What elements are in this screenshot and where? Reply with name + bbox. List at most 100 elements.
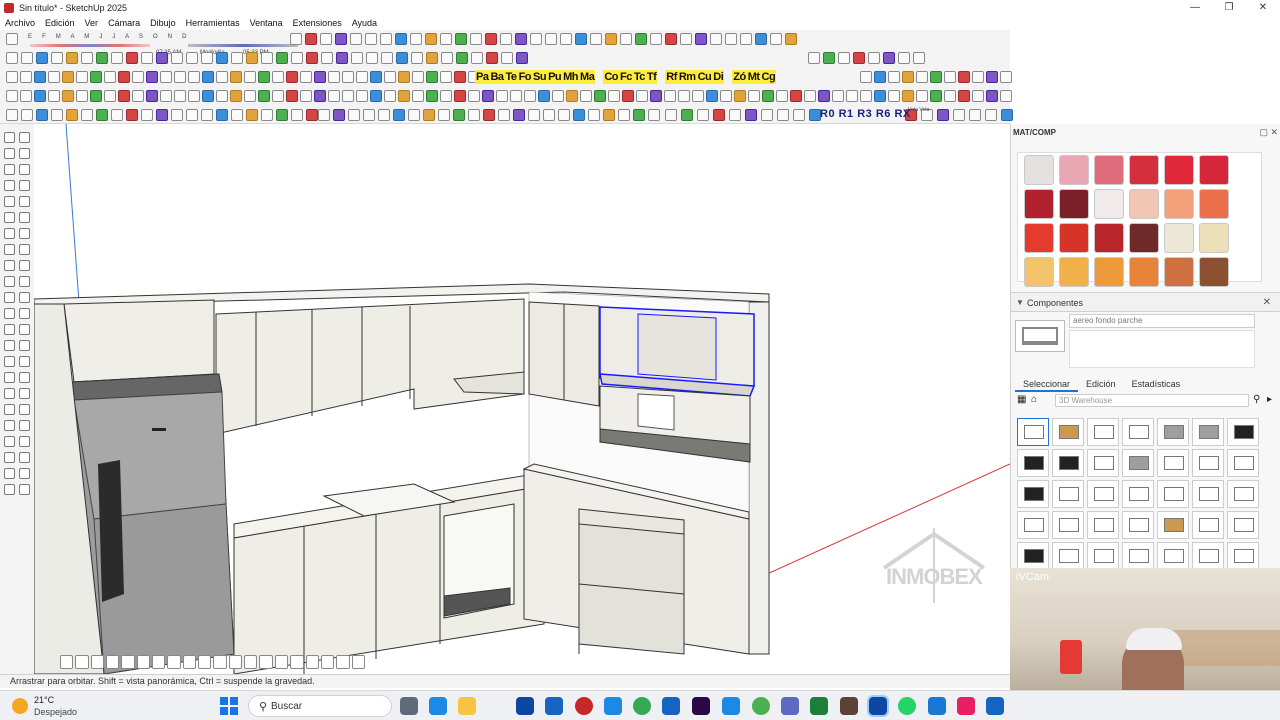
toolbar-tool-icon[interactable]: [969, 109, 981, 121]
drawing-tool-icon[interactable]: [19, 484, 30, 495]
toolbar-tool-icon[interactable]: [160, 71, 172, 83]
material-swatch[interactable]: [1164, 223, 1194, 253]
menu-archivo[interactable]: Archivo: [0, 18, 40, 28]
component-thumbnail[interactable]: [1017, 480, 1049, 508]
material-swatch[interactable]: [1199, 223, 1229, 253]
toolbar-tool-icon[interactable]: [501, 52, 513, 64]
toolbar-tool-icon[interactable]: [258, 90, 270, 102]
toolbar-tool-icon[interactable]: [36, 52, 48, 64]
toolbar-tool-icon[interactable]: [276, 109, 288, 121]
drawing-tool-icon[interactable]: [19, 452, 30, 463]
drawing-tool-icon[interactable]: [19, 164, 30, 175]
toolbar-tool-icon[interactable]: [318, 109, 330, 121]
plugin-btn-pu[interactable]: Pu: [547, 71, 562, 83]
toolbar-tool-icon[interactable]: [426, 71, 438, 83]
drawing-tool-icon[interactable]: [19, 276, 30, 287]
warehouse-search-input[interactable]: 3D Warehouse: [1055, 394, 1249, 407]
drawing-tool-icon[interactable]: [4, 276, 15, 287]
toolbar-tool-icon[interactable]: [888, 71, 900, 83]
taskbar-search[interactable]: ⚲ Buscar: [248, 695, 392, 717]
component-thumbnail[interactable]: [1052, 449, 1084, 477]
toolbar-tool-icon[interactable]: [1000, 90, 1012, 102]
toolbar-tool-icon[interactable]: [21, 52, 33, 64]
toolbar-tool-icon[interactable]: [524, 90, 536, 102]
toolbar-tool-icon[interactable]: [300, 71, 312, 83]
component-description-field[interactable]: [1069, 330, 1255, 368]
drawing-tool-icon[interactable]: [4, 132, 15, 143]
model-viewport[interactable]: INMOBEX: [34, 124, 1010, 674]
toolbar-tool-icon[interactable]: [356, 90, 368, 102]
toolbar-tool-icon[interactable]: [202, 71, 214, 83]
bottom-tool-icon[interactable]: [75, 655, 89, 669]
toolbar-tool-icon[interactable]: [500, 33, 512, 45]
toolbar-tool-icon[interactable]: [261, 52, 273, 64]
toolbar-tool-icon[interactable]: [231, 109, 243, 121]
toolbar-tool-icon[interactable]: [118, 71, 130, 83]
menu-ver[interactable]: Ver: [80, 18, 104, 28]
toolbar-tool-icon[interactable]: [958, 90, 970, 102]
toolbar-tool-icon[interactable]: [440, 90, 452, 102]
toolbar-tool-icon[interactable]: [516, 52, 528, 64]
toolbar-tool-icon[interactable]: [351, 52, 363, 64]
toolbar-tool-icon[interactable]: [216, 90, 228, 102]
toolbar-tool-icon[interactable]: [745, 109, 757, 121]
search-icon[interactable]: ⚲: [1253, 394, 1260, 405]
toolbar-tool-icon[interactable]: [425, 33, 437, 45]
plugin-btn-ma[interactable]: Ma: [579, 71, 595, 83]
component-thumbnail[interactable]: [1157, 449, 1189, 477]
toolbar-tool-icon[interactable]: [486, 52, 498, 64]
toolbar-tool-icon[interactable]: [48, 71, 60, 83]
material-swatch[interactable]: [1059, 155, 1089, 185]
edge-browser-icon[interactable]: [429, 697, 447, 715]
drawing-tool-icon[interactable]: [19, 324, 30, 335]
menu-extensiones[interactable]: Extensiones: [288, 18, 347, 28]
menu-ventana[interactable]: Ventana: [245, 18, 288, 28]
component-thumbnail[interactable]: [1157, 542, 1189, 570]
toolbar-tool-icon[interactable]: [398, 71, 410, 83]
toolbar-tool-icon[interactable]: [692, 90, 704, 102]
toolbar-tool-icon[interactable]: [818, 90, 830, 102]
toolbar-tool-icon[interactable]: [395, 33, 407, 45]
toolbar-tool-icon[interactable]: [36, 109, 48, 121]
toolbar-tool-icon[interactable]: [713, 109, 725, 121]
toolbar-tool-icon[interactable]: [378, 109, 390, 121]
toolbar-tool-icon[interactable]: [453, 109, 465, 121]
toolbar-tool-icon[interactable]: [985, 109, 997, 121]
toolbar-tool-icon[interactable]: [620, 33, 632, 45]
component-thumbnail[interactable]: [1052, 480, 1084, 508]
toolbar-tool-icon[interactable]: [697, 109, 709, 121]
toolbar-tool-icon[interactable]: [276, 52, 288, 64]
toolbar-tool-icon[interactable]: [412, 90, 424, 102]
toolbar-tool-icon[interactable]: [603, 109, 615, 121]
toolbar-tool-icon[interactable]: [456, 52, 468, 64]
opera-icon[interactable]: [575, 697, 593, 715]
bottom-tool-icon[interactable]: [290, 655, 304, 669]
toolbar-tool-icon[interactable]: [937, 109, 949, 121]
drawing-tool-icon[interactable]: [19, 340, 30, 351]
toolbar-tool-icon[interactable]: [410, 33, 422, 45]
toolbar-tool-icon[interactable]: [156, 109, 168, 121]
component-name-field[interactable]: aereo fondo parche: [1069, 314, 1255, 328]
excel-icon[interactable]: [810, 697, 828, 715]
bottom-tool-icon[interactable]: [320, 655, 335, 669]
menu-edicion[interactable]: Edición: [40, 18, 80, 28]
component-thumbnail[interactable]: [1017, 542, 1049, 570]
toolbar-tool-icon[interactable]: [21, 109, 33, 121]
drawing-tool-icon[interactable]: [19, 212, 30, 223]
material-swatch[interactable]: [1059, 223, 1089, 253]
restore-icon[interactable]: ❐: [1212, 0, 1246, 16]
toolbar-tool-icon[interactable]: [838, 52, 850, 64]
drawing-tool-icon[interactable]: [19, 148, 30, 159]
drawing-tool-icon[interactable]: [4, 292, 15, 303]
toolbar-tool-icon[interactable]: [342, 90, 354, 102]
bottom-tool-icon[interactable]: [121, 655, 135, 669]
drawing-tool-icon[interactable]: [4, 324, 15, 335]
material-swatch[interactable]: [1059, 257, 1089, 287]
toolbar-tool-icon[interactable]: [558, 109, 570, 121]
toolbar-tool-icon[interactable]: [246, 109, 258, 121]
bottom-tool-icon[interactable]: [60, 655, 74, 669]
drawing-tool-icon[interactable]: [4, 148, 15, 159]
toolbar-tool-icon[interactable]: [370, 71, 382, 83]
toolbar-tool-icon[interactable]: [171, 109, 183, 121]
component-thumbnail[interactable]: [1227, 449, 1259, 477]
